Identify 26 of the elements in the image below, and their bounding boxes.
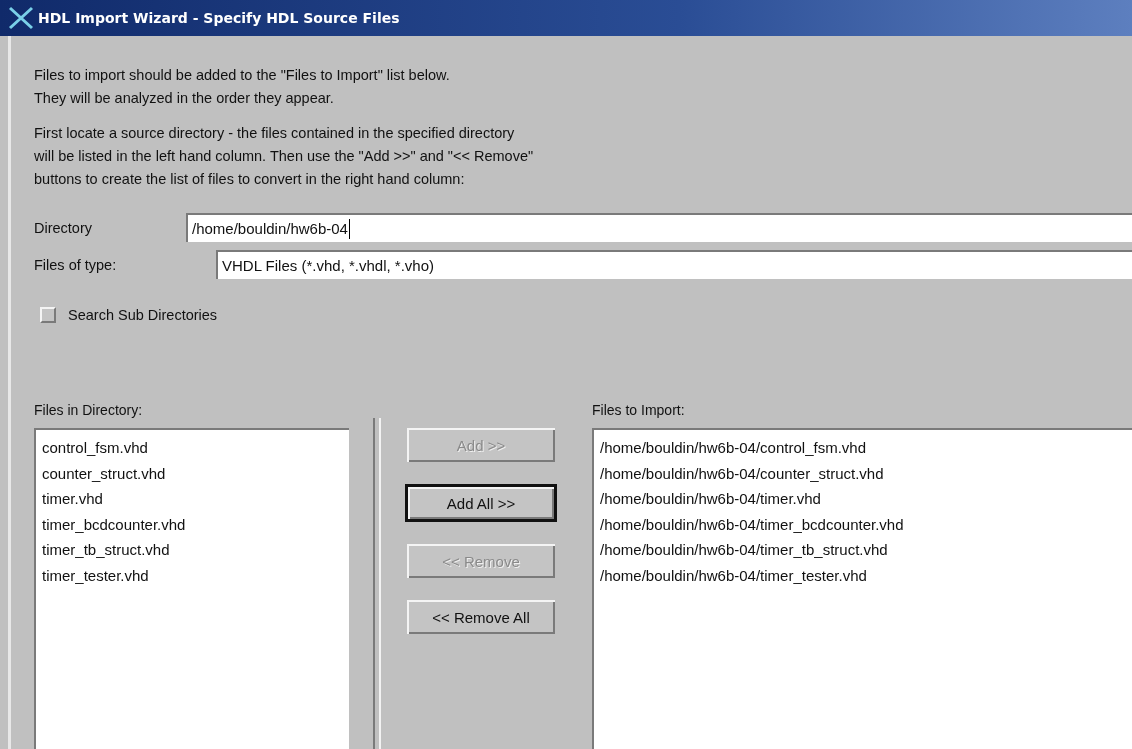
file-item[interactable]: timer.vhd (42, 486, 343, 512)
x-logo-icon (8, 6, 34, 30)
file-item[interactable]: /home/bouldin/hw6b-04/control_fsm.vhd (600, 435, 1126, 461)
file-type-label: Files of type: (34, 256, 118, 273)
directory-label: Directory (34, 219, 93, 236)
directory-field[interactable]: /home/bouldin/hw6b-04 (186, 213, 1132, 242)
file-item[interactable]: control_fsm.vhd (42, 435, 343, 461)
file-item[interactable]: /home/bouldin/hw6b-04/timer_tb_struct.vhd (600, 537, 1126, 563)
file-item[interactable]: /home/bouldin/hw6b-04/timer_bcdcounter.vhd (600, 511, 1126, 537)
file-type-field[interactable]: VHDL Files (*.vhd, *.vhdl, *.vho) (216, 250, 1132, 279)
list-button[interactable]: << Remove All (407, 600, 555, 634)
file-item[interactable]: counter_struct.vhd (42, 460, 343, 486)
checkbox[interactable] (40, 307, 56, 323)
list-button[interactable]: Add All >> (405, 484, 557, 522)
files-to-import-label: Files to Import: (592, 402, 686, 418)
checkbox-label: Search Sub Directories (68, 307, 218, 323)
file-item[interactable]: timer_bcdcounter.vhd (42, 511, 343, 537)
file-item[interactable]: timer_tester.vhd (42, 562, 343, 588)
file-item[interactable]: timer_tb_struct.vhd (42, 537, 343, 563)
file-item[interactable]: /home/bouldin/hw6b-04/timer_tester.vhd (600, 562, 1126, 588)
file-item[interactable]: /home/bouldin/hw6b-04/timer.vhd (600, 486, 1126, 512)
window-title: HDL Import Wizard - Specify HDL Source Files (38, 10, 400, 26)
file-item[interactable]: /home/bouldin/hw6b-04/counter_struct.vhd (600, 460, 1126, 486)
instruction-text: First locate a source directory - the files contained in the specified directory will be listed in the left hand column. Then use the "Add >>" and "<< Remove" buttons to create the list of files to convert in the right hand column: (34, 124, 535, 189)
files-in-directory-label: Files in Directory: (34, 402, 144, 418)
intro-text: Files to import should be added to the "Files to Import" list below. They will be analyzed in the order they appear. (34, 66, 451, 108)
